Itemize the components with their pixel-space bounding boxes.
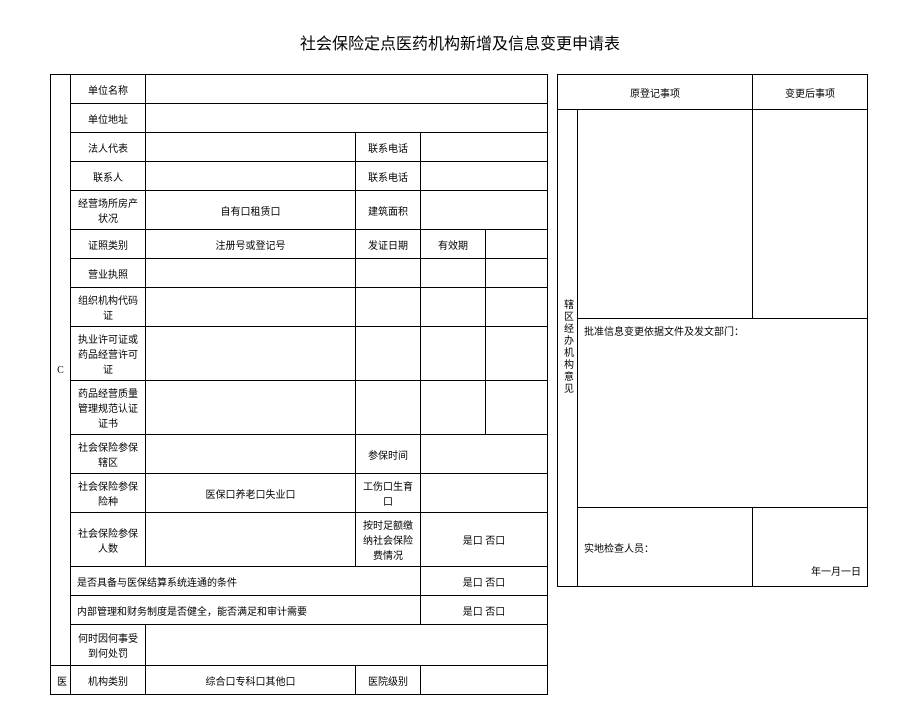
right-panel: 原登记事项 变更后事项 辖区经办机构意见 批准信息变更依据文件及发文部门： 实地… [557, 74, 867, 695]
input-biz-extra[interactable] [486, 259, 548, 288]
label-build-area: 建筑面积 [356, 191, 421, 230]
label-settle-cond: 是否具备与医保结算系统连通的条件 [71, 567, 421, 596]
input-practice-valid[interactable] [421, 327, 486, 381]
input-org-date[interactable] [356, 288, 421, 327]
label-hospital-level: 医院级别 [356, 666, 421, 695]
input-approval-basis[interactable]: 批准信息变更依据文件及发文部门： [578, 319, 868, 508]
checkbox-si-types[interactable]: 医保口养老口失业口 [146, 474, 356, 513]
input-build-area[interactable] [421, 191, 548, 230]
label-license-type: 证照类别 [71, 230, 146, 259]
input-gsp-reg[interactable] [146, 381, 356, 435]
label-phone1: 联系电话 [356, 133, 421, 162]
label-insure-time: 参保时间 [356, 435, 421, 474]
checkbox-own-rent[interactable]: 自有口租赁口 [146, 191, 356, 230]
label-issue-date: 发证日期 [356, 230, 421, 259]
side-district-opinion: 辖区经办机构意见 [558, 110, 578, 587]
label-inst-type: 机构类别 [71, 666, 146, 695]
input-inspector[interactable]: 实地检查人员： [578, 508, 753, 587]
label-orig-items: 原登记事项 [558, 75, 753, 110]
input-org-valid[interactable] [421, 288, 486, 327]
input-legal-rep[interactable] [146, 133, 356, 162]
label-legal-rep: 法人代表 [71, 133, 146, 162]
label-phone2: 联系电话 [356, 162, 421, 191]
label-internal-mgmt: 内部管理和财务制度是否健全，能否满足和审计需要 [71, 596, 421, 625]
label-si-types: 社会保险参保险种 [71, 474, 146, 513]
blank-header [486, 230, 548, 259]
label-changed-items: 变更后事项 [753, 75, 868, 110]
label-inspector: 实地检查人员： [584, 544, 654, 555]
input-phone2[interactable] [421, 162, 548, 191]
label-unit-addr: 单位地址 [71, 104, 146, 133]
input-gsp-valid[interactable] [421, 381, 486, 435]
input-si-count[interactable] [146, 513, 356, 567]
form-container: C 单位名称 单位地址 法人代表 联系电话 联系人 联系电话 经营场 [50, 74, 870, 695]
label-contact-person: 联系人 [71, 162, 146, 191]
input-changed-items[interactable] [753, 110, 868, 319]
input-biz-valid[interactable] [421, 259, 486, 288]
input-contact-person[interactable] [146, 162, 356, 191]
input-insure-time[interactable] [421, 435, 548, 474]
input-unit-addr[interactable] [146, 104, 548, 133]
right-table: 原登记事项 变更后事项 辖区经办机构意见 批准信息变更依据文件及发文部门： 实地… [557, 74, 868, 587]
label-org-code: 组织机构代码证 [71, 288, 146, 327]
input-biz-reg[interactable] [146, 259, 356, 288]
label-property: 经营场所房产状况 [71, 191, 146, 230]
input-biz-date[interactable] [356, 259, 421, 288]
checkbox-full-pay[interactable]: 是口 否口 [421, 513, 548, 567]
input-practice-extra[interactable] [486, 327, 548, 381]
input-phone1[interactable] [421, 133, 548, 162]
input-practice-date[interactable] [356, 327, 421, 381]
label-reg-no: 注册号或登记号 [146, 230, 356, 259]
left-panel: C 单位名称 单位地址 法人代表 联系电话 联系人 联系电话 经营场 [50, 74, 547, 695]
checkbox-inst-type[interactable]: 综合口专科口其他口 [146, 666, 356, 695]
input-penalty[interactable] [146, 625, 548, 666]
label-biz-license: 营业执照 [71, 259, 146, 288]
input-orig-items[interactable] [578, 110, 753, 319]
input-hospital-level[interactable] [421, 666, 548, 695]
label-approval-basis: 批准信息变更依据文件及发文部门： [584, 327, 744, 338]
left-table: C 单位名称 单位地址 法人代表 联系电话 联系人 联系电话 经营场 [50, 74, 548, 695]
input-org-extra[interactable] [486, 288, 548, 327]
label-penalty: 何时因何事受到何处罚 [71, 625, 146, 666]
input-org-reg[interactable] [146, 288, 356, 327]
label-si-count: 社会保险参保人数 [71, 513, 146, 567]
checkbox-injury-birth[interactable]: 工伤口生育口 [356, 474, 421, 513]
input-gsp-extra[interactable] [486, 381, 548, 435]
checkbox-settle-cond[interactable]: 是口 否口 [421, 567, 548, 596]
side-label-c: C [51, 75, 71, 666]
checkbox-internal-mgmt[interactable]: 是口 否口 [421, 596, 548, 625]
input-practice-reg[interactable] [146, 327, 356, 381]
label-si-area: 社会保险参保辖区 [71, 435, 146, 474]
label-unit-name: 单位名称 [71, 75, 146, 104]
label-date: 年一月一日 [753, 508, 868, 587]
side-label-med: 医 [51, 666, 71, 695]
input-unit-name[interactable] [146, 75, 548, 104]
label-practice: 执业许可证或药品经营许可证 [71, 327, 146, 381]
form-title: 社会保险定点医药机构新增及信息变更申请表 [50, 30, 870, 54]
input-gsp-date[interactable] [356, 381, 421, 435]
input-si-types-extra[interactable] [421, 474, 548, 513]
label-gsp: 药品经营质量管理规范认证证书 [71, 381, 146, 435]
input-si-area[interactable] [146, 435, 356, 474]
label-valid-period: 有效期 [421, 230, 486, 259]
label-full-pay: 按时足额缴纳社会保险费情况 [356, 513, 421, 567]
